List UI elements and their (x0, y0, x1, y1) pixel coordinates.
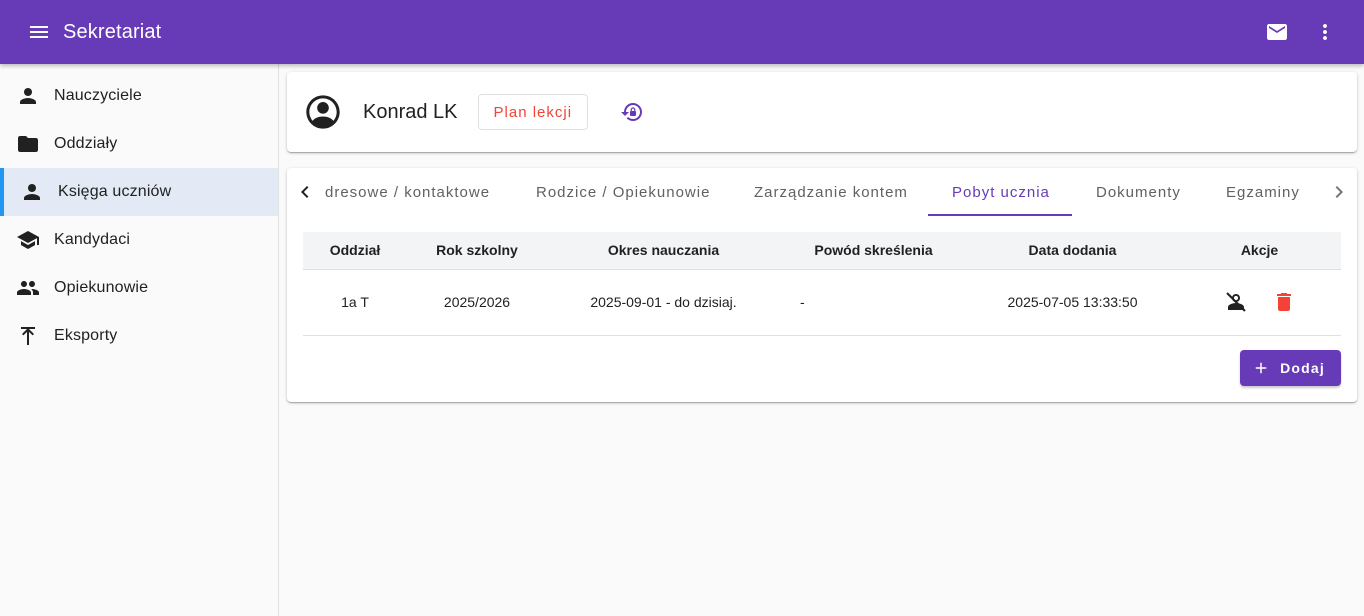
cell-okres-nauczania: 2025-09-01 - do dzisiaj. (547, 269, 780, 336)
tab-dane-adresowe[interactable]: dresowe / kontaktowe (325, 168, 490, 216)
mail-icon[interactable] (1253, 8, 1301, 56)
sidebar-item-kandydaci[interactable]: Kandydaci (0, 216, 278, 264)
sidebar-item-eksporty[interactable]: Eksporty (0, 312, 278, 360)
table-row: 1a T 2025/2026 2025-09-01 - do dzisiaj. … (303, 269, 1341, 336)
column-header[interactable]: Okres nauczania (547, 232, 780, 270)
table-header-row: Oddział Rok szkolny Okres nauczania Powó… (303, 232, 1341, 270)
student-name: Konrad LK (363, 100, 458, 123)
lock-reset-icon[interactable] (616, 96, 648, 128)
column-header[interactable]: Data dodania (967, 232, 1178, 270)
column-header[interactable]: Oddział (303, 232, 407, 270)
column-header[interactable]: Rok szkolny (407, 232, 547, 270)
tab-bar: dresowe / kontaktowe Rodzice / Opiekunow… (287, 168, 1357, 216)
chevron-left-icon[interactable] (287, 168, 323, 216)
add-button[interactable]: Dodaj (1240, 350, 1341, 386)
account-circle-icon (303, 92, 343, 132)
plus-icon (1252, 359, 1270, 377)
pobyt-table: Oddział Rok szkolny Okres nauczania Powó… (303, 232, 1341, 336)
cell-data-dodania: 2025-07-05 13:33:50 (967, 269, 1178, 336)
person-icon (16, 84, 40, 108)
sidebar-item-label: Oddziały (54, 135, 118, 152)
sidebar-item-label: Opiekunowie (54, 279, 149, 296)
delete-icon[interactable] (1272, 290, 1296, 314)
school-icon (16, 228, 40, 252)
sidebar-item-nauczyciele[interactable]: Nauczyciele (0, 72, 278, 120)
sidebar-item-label: Eksporty (54, 327, 118, 344)
tab-dokumenty[interactable]: Dokumenty (1096, 168, 1181, 216)
folder-icon (16, 132, 40, 156)
tab-egzaminy[interactable]: Egzaminy (1226, 168, 1300, 216)
sidebar-item-label: Nauczyciele (54, 87, 142, 104)
people-icon (16, 276, 40, 300)
tab-indicator (928, 214, 1072, 216)
cell-akcje (1178, 269, 1341, 336)
upload-icon (16, 324, 40, 348)
cell-oddzial: 1a T (303, 269, 407, 336)
more-vert-icon[interactable] (1301, 8, 1349, 56)
content-card: dresowe / kontaktowe Rodzice / Opiekunow… (287, 168, 1357, 402)
person-icon (20, 180, 44, 204)
sidebar-item-ksiega-uczniow[interactable]: Księga uczniów (0, 168, 278, 216)
sidebar-item-oddzialy[interactable]: Oddziały (0, 120, 278, 168)
sidebar-item-label: Kandydaci (54, 231, 131, 248)
tab-strip: dresowe / kontaktowe Rodzice / Opiekunow… (323, 168, 1321, 216)
column-header: Akcje (1178, 232, 1341, 270)
tab-rodzice-opiekunowie[interactable]: Rodzice / Opiekunowie (536, 168, 710, 216)
chevron-right-icon[interactable] (1321, 168, 1357, 216)
menu-icon[interactable] (15, 8, 63, 56)
sidebar-item-opiekunowie[interactable]: Opiekunowie (0, 264, 278, 312)
column-header[interactable]: Powód skreślenia (780, 232, 967, 270)
sidebar: Nauczyciele Oddziały Księga uczniów Kand… (0, 64, 279, 616)
tab-zarzadzanie-kontem[interactable]: Zarządzanie kontem (754, 168, 908, 216)
app-bar: Sekretariat (0, 0, 1364, 64)
cell-rok-szkolny: 2025/2026 (407, 269, 547, 336)
student-header-card: Konrad LK Plan lekcji (287, 72, 1357, 152)
cell-powod-skreslenia: - (780, 269, 967, 336)
tab-pobyt-ucznia[interactable]: Pobyt ucznia (952, 168, 1050, 216)
plan-lekcji-button[interactable]: Plan lekcji (477, 94, 589, 130)
person-off-icon[interactable] (1224, 290, 1248, 314)
add-button-label: Dodaj (1280, 360, 1325, 376)
sidebar-item-label: Księga uczniów (58, 183, 172, 200)
app-title: Sekretariat (63, 20, 162, 43)
